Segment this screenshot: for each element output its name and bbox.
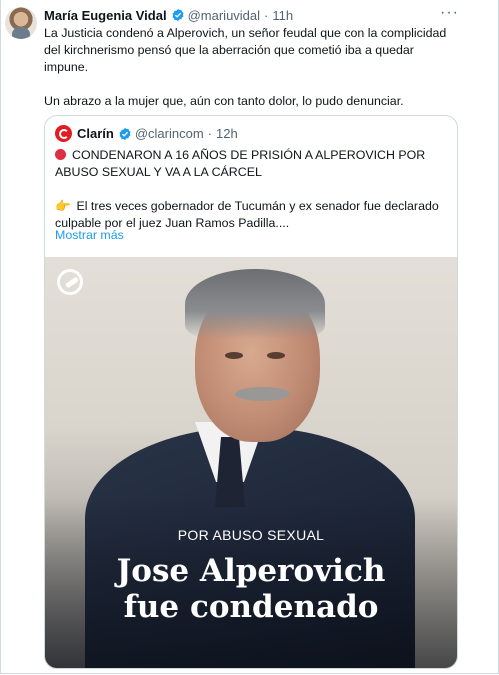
tweet-header: María Eugenia Vidal @mariuvidal · 11h — [44, 6, 293, 24]
quoted-tweet-timestamp[interactable]: 12h — [216, 126, 238, 141]
separator-dot: · — [207, 126, 213, 141]
hair — [185, 269, 325, 339]
mustache — [235, 387, 290, 401]
author-handle[interactable]: @mariuvidal — [188, 8, 260, 23]
tweet-timestamp[interactable]: 11h — [272, 8, 293, 23]
left-eye — [225, 352, 243, 359]
quoted-author-name[interactable]: Clarín — [77, 126, 114, 141]
author-avatar[interactable] — [5, 7, 37, 39]
quoted-tweet-text: CONDENARON A 16 AÑOS DE PRISIÓN A ALPERO… — [55, 147, 447, 232]
media-headline-line-2: fue condenado — [123, 589, 379, 625]
show-more-link[interactable]: Mostrar más — [55, 228, 124, 242]
verified-badge-icon — [119, 127, 131, 140]
tweet-text: La Justicia condenó a Alperovich, un señ… — [44, 26, 447, 108]
media-headline: Jose Alperovich fue condenado — [45, 553, 457, 625]
quoted-tweet-header: Clarín @clarincom · 12h — [55, 125, 238, 142]
quoted-tweet[interactable]: Clarín @clarincom · 12h CONDENARON A 16 … — [44, 115, 458, 669]
quoted-author-handle[interactable]: @clarincom — [135, 126, 204, 141]
author-name[interactable]: María Eugenia Vidal — [44, 8, 167, 23]
quoted-text-line-1: CONDENARON A 16 AÑOS DE PRISIÓN A ALPERO… — [55, 148, 426, 179]
media-headline-line-1: Jose Alperovich — [116, 553, 386, 589]
right-eye — [267, 352, 285, 359]
clarin-watermark-icon — [57, 269, 83, 295]
clarin-avatar-icon[interactable] — [55, 125, 72, 142]
red-circle-icon — [55, 149, 66, 160]
separator-dot: · — [264, 7, 269, 23]
pointing-hand-icon: 👉 — [55, 199, 71, 213]
verified-badge-icon — [172, 8, 184, 22]
media-kicker: POR ABUSO SEXUAL — [177, 527, 325, 543]
quoted-media-image[interactable]: POR ABUSO SEXUAL Jose Alperovich fue con… — [45, 257, 457, 668]
quoted-text-line-2: 👉 El tres veces gobernador de Tucumán y e… — [55, 199, 439, 230]
more-options-icon[interactable]: ··· — [440, 4, 459, 22]
